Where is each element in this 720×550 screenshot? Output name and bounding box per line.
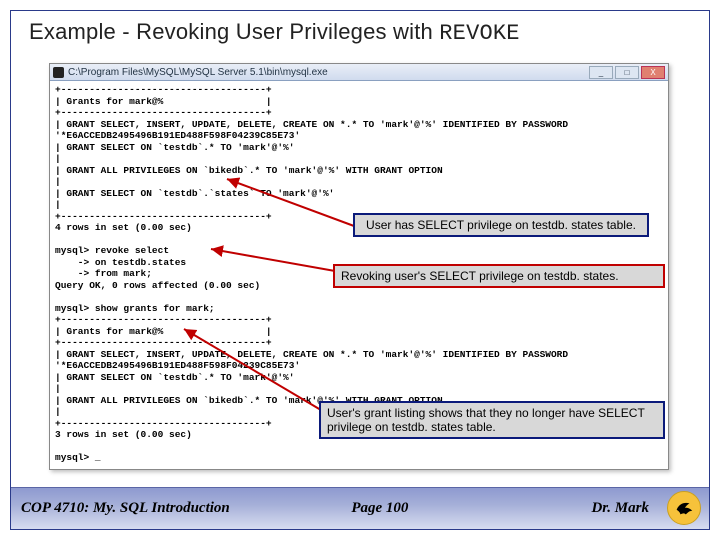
pegasus-icon xyxy=(673,497,695,519)
slide-container: Example - Revoking User Privileges with … xyxy=(10,10,710,530)
title-code: REVOKE xyxy=(439,21,519,46)
slide-footer: COP 4710: My. SQL Introduction Page 100 … xyxy=(11,487,709,529)
footer-inner: COP 4710: My. SQL Introduction Page 100 … xyxy=(11,500,709,517)
window-titlebar: C:\Program Files\MySQL\MySQL Server 5.1\… xyxy=(50,64,668,81)
app-icon xyxy=(53,67,64,78)
callout-revoking: Revoking user's SELECT privilege on test… xyxy=(333,264,665,288)
slide-title: Example - Revoking User Privileges with … xyxy=(11,11,709,48)
minimize-button[interactable]: _ xyxy=(589,66,613,79)
window-title: C:\Program Files\MySQL\MySQL Server 5.1\… xyxy=(68,67,328,78)
footer-page: Page 100 xyxy=(290,500,469,517)
university-logo xyxy=(667,491,701,525)
callout-select-privilege: User has SELECT privilege on testdb. sta… xyxy=(353,213,649,237)
maximize-button[interactable]: □ xyxy=(615,66,639,79)
footer-course: COP 4710: My. SQL Introduction xyxy=(21,500,290,517)
title-text: Example - Revoking User Privileges with xyxy=(29,19,439,44)
callout-grant-listing: User's grant listing shows that they no … xyxy=(319,401,665,439)
footer-author: Dr. Mark xyxy=(470,500,699,517)
close-button[interactable]: X xyxy=(641,66,665,79)
